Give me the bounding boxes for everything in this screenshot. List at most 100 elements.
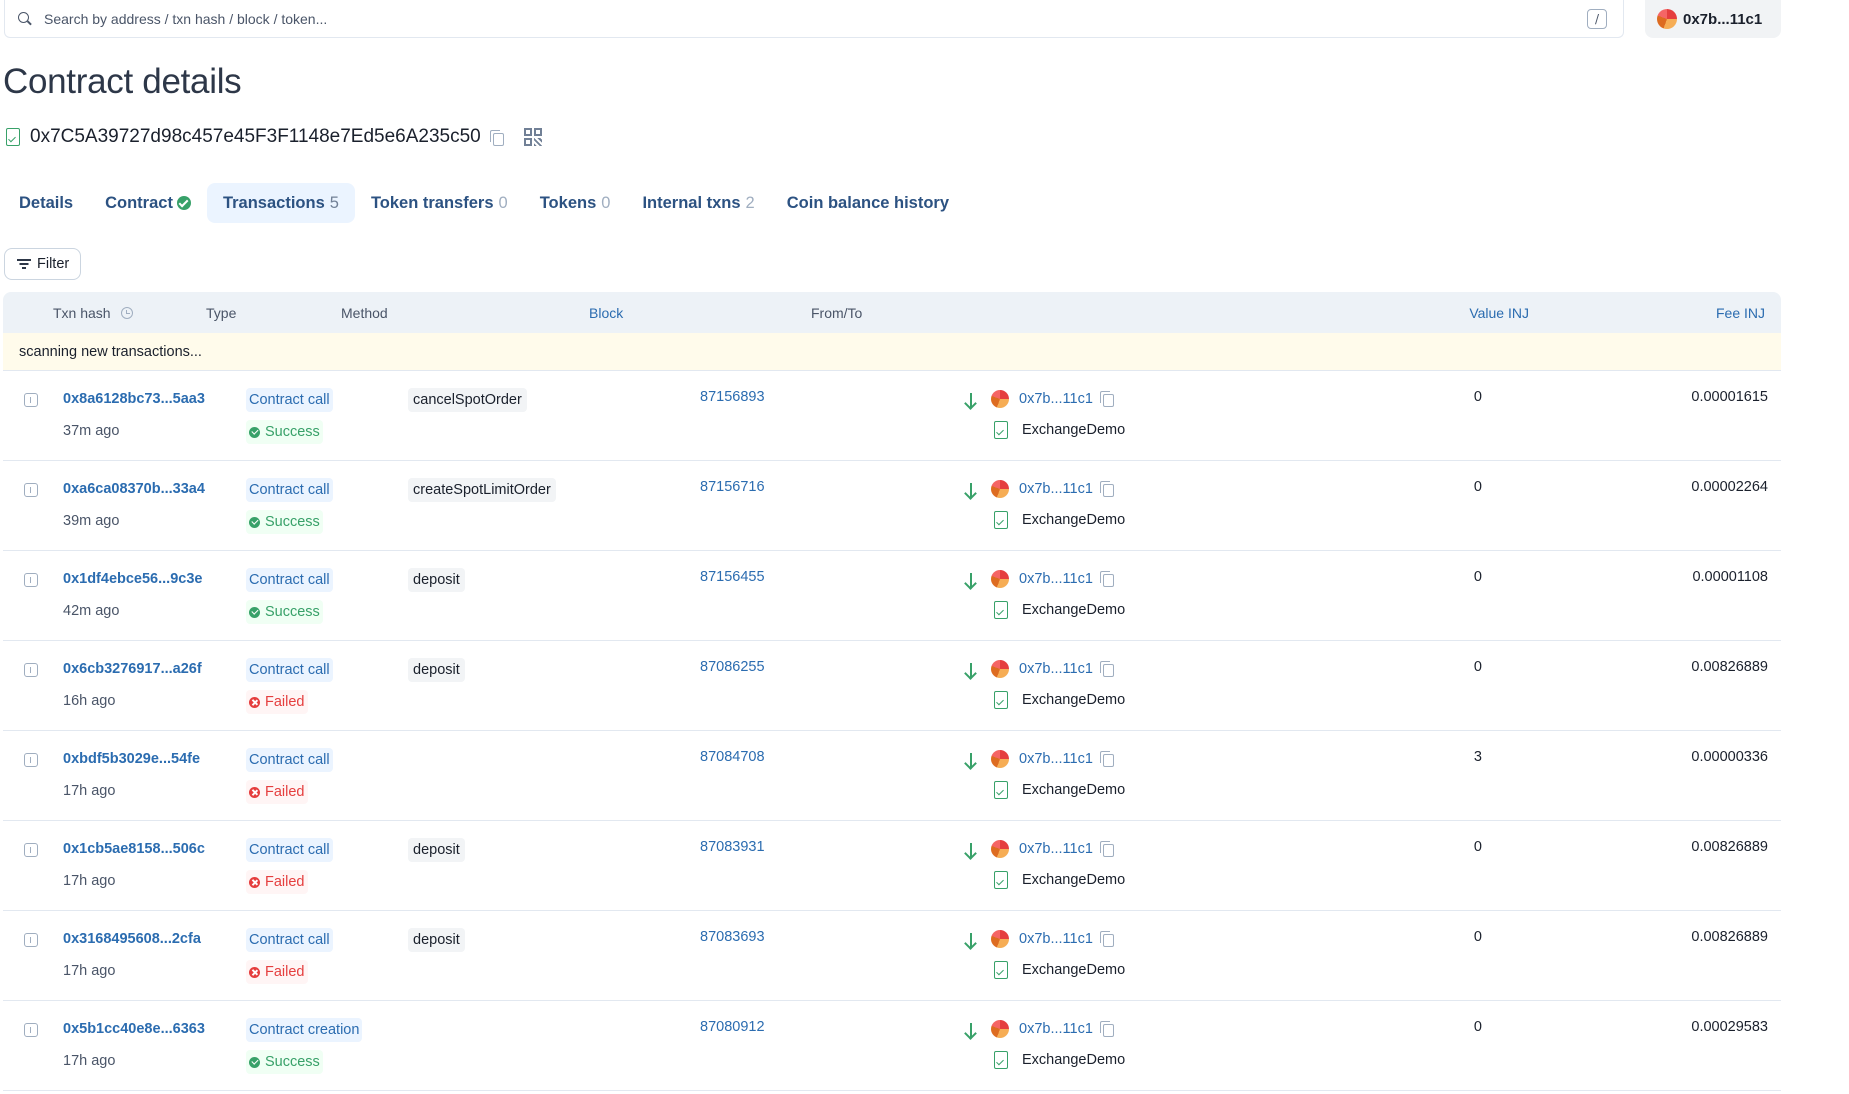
to-contract-name[interactable]: ExchangeDemo bbox=[1022, 962, 1125, 978]
table-row: 0x1df4ebce56...9c3e 42m ago Contract call S… bbox=[3, 551, 1781, 641]
scanning-banner[interactable]: scanning new transactions... bbox=[3, 333, 1781, 371]
from-address-link[interactable]: 0x7b...11c1 bbox=[1019, 931, 1093, 947]
from-address-link[interactable]: 0x7b...11c1 bbox=[1019, 1021, 1093, 1037]
expand-row-icon[interactable] bbox=[24, 663, 38, 677]
block-link[interactable]: 87083693 bbox=[700, 929, 765, 945]
copy-icon[interactable] bbox=[489, 129, 504, 146]
from-address-link[interactable]: 0x7b...11c1 bbox=[1019, 751, 1093, 767]
to-contract-name[interactable]: ExchangeDemo bbox=[1022, 1052, 1125, 1068]
tab-coin-balance-history[interactable]: Coin balance history bbox=[771, 183, 965, 223]
tab-label: Coin balance history bbox=[786, 193, 950, 212]
to-contract-name[interactable]: ExchangeDemo bbox=[1022, 512, 1125, 528]
tab-internal-txns[interactable]: Internal txns 2 bbox=[626, 183, 770, 223]
contract-address-row: 0x7C5A39727d98c457e45F3F1148e7Ed5e6A235c… bbox=[6, 126, 542, 148]
copy-icon[interactable] bbox=[1099, 751, 1114, 767]
block-link[interactable]: 87156716 bbox=[700, 479, 765, 495]
header-value[interactable]: Value INJ bbox=[1469, 305, 1529, 321]
tab-count: 5 bbox=[329, 193, 339, 212]
from-address-link[interactable]: 0x7b...11c1 bbox=[1019, 391, 1093, 407]
copy-icon[interactable] bbox=[1099, 1021, 1114, 1037]
expand-row-icon[interactable] bbox=[24, 573, 38, 587]
search-input[interactable] bbox=[44, 10, 1587, 27]
expand-row-icon[interactable] bbox=[24, 483, 38, 497]
method-tag: deposit bbox=[408, 658, 465, 682]
expand-row-icon[interactable] bbox=[24, 393, 38, 407]
table-row: 0xbdf5b3029e...54fe 17h ago Contract call F… bbox=[3, 731, 1781, 821]
arrow-down-icon bbox=[965, 663, 977, 679]
block-link[interactable]: 87156455 bbox=[700, 569, 765, 585]
txn-hash-link[interactable]: 0x5b1cc40e8e...6363 bbox=[63, 1021, 205, 1037]
to-contract-name[interactable]: ExchangeDemo bbox=[1022, 422, 1125, 438]
tab-label: Tokens bbox=[539, 193, 597, 212]
tab-transactions[interactable]: Transactions 5 bbox=[206, 183, 355, 223]
from-address-link[interactable]: 0x7b...11c1 bbox=[1019, 841, 1093, 857]
txn-hash-link[interactable]: 0x3168495608...2cfa bbox=[63, 931, 201, 947]
txn-hash-link[interactable]: 0x1df4ebce56...9c3e bbox=[63, 571, 202, 587]
contract-icon bbox=[994, 601, 1008, 619]
expand-row-icon[interactable] bbox=[24, 1023, 38, 1037]
txn-hash-link[interactable]: 0x1cb5ae8158...506c bbox=[63, 841, 205, 857]
txn-value: 0 bbox=[1473, 569, 1482, 585]
header-txn-hash: Txn hash bbox=[53, 305, 133, 321]
txn-age: 17h ago bbox=[63, 963, 116, 979]
txn-hash-link[interactable]: 0x8a6128bc73...5aa3 bbox=[63, 391, 205, 407]
txn-type-tag: Contract call bbox=[246, 838, 333, 862]
avatar bbox=[991, 660, 1009, 678]
page-title: Contract details bbox=[3, 62, 242, 101]
txn-hash-link[interactable]: 0x6cb3276917...a26f bbox=[63, 661, 202, 677]
account-address: 0x7b...11c1 bbox=[1683, 10, 1763, 28]
txn-hash-link[interactable]: 0xa6ca08370b...33a4 bbox=[63, 481, 205, 497]
header-from-to: From/To bbox=[811, 305, 863, 321]
header-fee[interactable]: Fee INJ bbox=[1716, 305, 1765, 321]
header-block[interactable]: Block bbox=[589, 305, 623, 321]
status-badge: Failed bbox=[246, 960, 308, 984]
copy-icon[interactable] bbox=[1099, 391, 1114, 407]
search-bar[interactable]: / bbox=[4, 0, 1624, 38]
from-address-link[interactable]: 0x7b...11c1 bbox=[1019, 661, 1093, 677]
arrow-down-icon bbox=[965, 753, 977, 769]
tab-contract[interactable]: Contract bbox=[89, 183, 207, 223]
status-label: Success bbox=[265, 514, 320, 530]
account-button[interactable]: 0x7b...11c1 bbox=[1645, 0, 1781, 38]
block-link[interactable]: 87080912 bbox=[700, 1019, 765, 1035]
clock-icon[interactable] bbox=[120, 307, 133, 319]
block-link[interactable]: 87156893 bbox=[700, 389, 765, 405]
to-contract-name[interactable]: ExchangeDemo bbox=[1022, 872, 1125, 888]
txn-age: 37m ago bbox=[63, 423, 120, 439]
from-address-link[interactable]: 0x7b...11c1 bbox=[1019, 571, 1093, 587]
block-link[interactable]: 87086255 bbox=[700, 659, 765, 675]
expand-row-icon[interactable] bbox=[24, 753, 38, 767]
txn-fee: 0.00000336 bbox=[1691, 749, 1768, 765]
from-address-link[interactable]: 0x7b...11c1 bbox=[1019, 481, 1093, 497]
txn-type-tag: Contract call bbox=[246, 478, 333, 502]
copy-icon[interactable] bbox=[1099, 571, 1114, 587]
to-contract-name[interactable]: ExchangeDemo bbox=[1022, 602, 1125, 618]
arrow-down-icon bbox=[965, 843, 977, 859]
to-contract-name[interactable]: ExchangeDemo bbox=[1022, 692, 1125, 708]
tab-label: Contract bbox=[105, 193, 173, 212]
tab-tokens[interactable]: Tokens 0 bbox=[524, 183, 627, 223]
from-address: 0x7b...11c1 bbox=[991, 570, 1114, 588]
copy-icon[interactable] bbox=[1099, 661, 1114, 677]
copy-icon[interactable] bbox=[1099, 841, 1114, 857]
to-contract-name[interactable]: ExchangeDemo bbox=[1022, 782, 1125, 798]
txn-fee: 0.00826889 bbox=[1691, 929, 1768, 945]
block-link[interactable]: 87083931 bbox=[700, 839, 765, 855]
expand-row-icon[interactable] bbox=[24, 933, 38, 947]
contract-icon bbox=[6, 128, 20, 146]
txn-age: 17h ago bbox=[63, 1053, 116, 1069]
tab-token-transfers[interactable]: Token transfers 0 bbox=[355, 183, 524, 223]
success-check-icon bbox=[249, 1056, 260, 1068]
copy-icon[interactable] bbox=[1099, 931, 1114, 947]
block-link[interactable]: 87084708 bbox=[700, 749, 765, 765]
qr-code-icon[interactable] bbox=[523, 128, 542, 146]
slash-shortcut-key: / bbox=[1587, 8, 1607, 29]
filter-button[interactable]: Filter bbox=[4, 248, 81, 280]
to-address: ExchangeDemo bbox=[994, 421, 1125, 439]
expand-row-icon[interactable] bbox=[24, 843, 38, 857]
txn-hash-link[interactable]: 0xbdf5b3029e...54fe bbox=[63, 751, 200, 767]
txn-fee: 0.00826889 bbox=[1691, 659, 1768, 675]
to-address: ExchangeDemo bbox=[994, 601, 1125, 619]
copy-icon[interactable] bbox=[1099, 481, 1114, 497]
tab-details[interactable]: Details bbox=[3, 183, 89, 223]
